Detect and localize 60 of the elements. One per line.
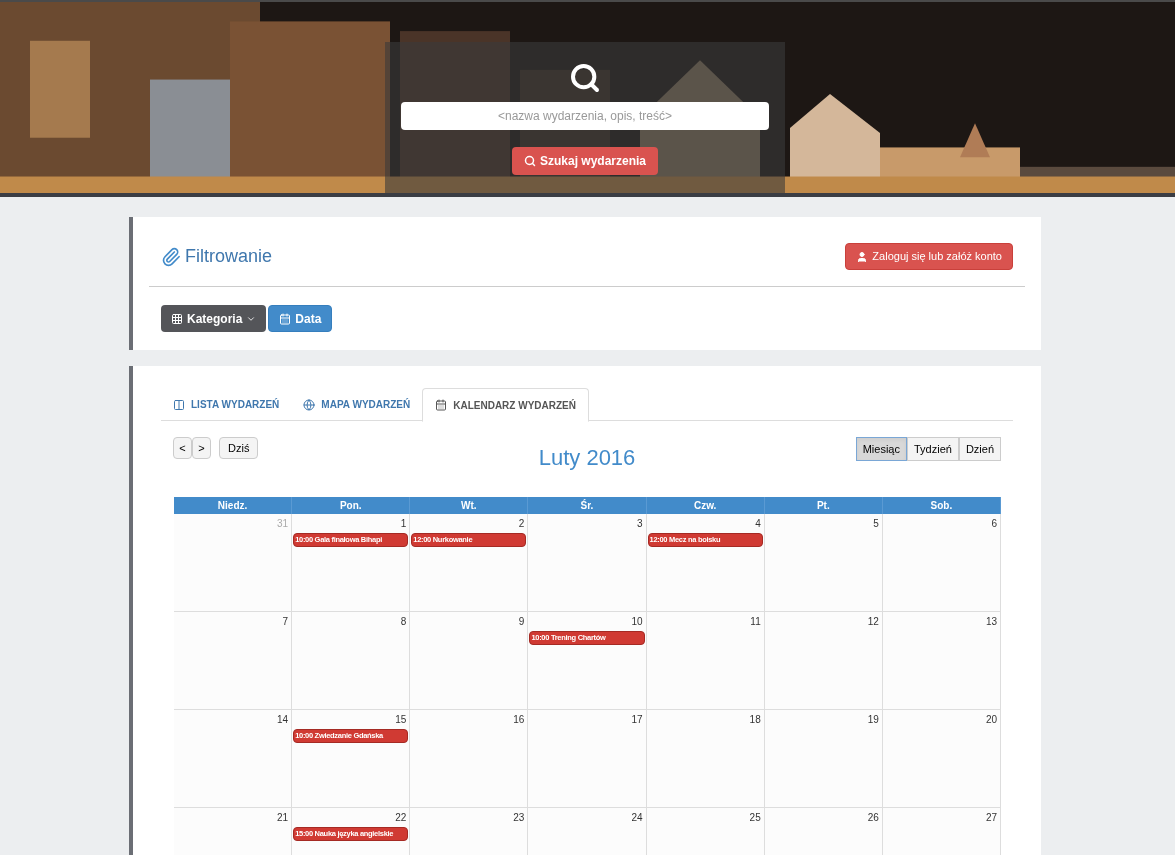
login-button[interactable]: Zaloguj się lub załóż konto xyxy=(845,243,1013,270)
day-number: 26 xyxy=(867,811,880,825)
globe-icon xyxy=(303,398,316,411)
day-number: 23 xyxy=(513,811,526,825)
day-number: 20 xyxy=(985,713,998,727)
next-button[interactable]: > xyxy=(192,437,211,459)
user-icon xyxy=(856,250,869,263)
day-number: 31 xyxy=(277,517,290,531)
day-number: 18 xyxy=(749,713,762,727)
day-number: 27 xyxy=(985,811,998,825)
tab[interactable]: KALENDARZ WYDARZEŃ xyxy=(422,388,589,422)
search-field[interactable]: <nazwa wydarzenia, opis, treść> xyxy=(401,102,769,130)
weekday-header: Sob. xyxy=(882,497,1001,514)
date-button[interactable]: Data xyxy=(268,305,333,332)
day-number: 3 xyxy=(637,517,644,531)
previous-button[interactable]: < xyxy=(173,437,192,459)
weekday-header: Wt. xyxy=(410,497,529,514)
grid-icon xyxy=(171,312,183,325)
day-number: 17 xyxy=(631,713,644,727)
tab[interactable]: LISTA WYDARZEŃ xyxy=(161,388,292,421)
day-number: 25 xyxy=(749,811,762,825)
weekday-header: Czw. xyxy=(646,497,765,514)
day-number: 13 xyxy=(985,615,998,629)
day-number: 22 xyxy=(395,811,408,825)
weekday-header: Śr. xyxy=(528,497,647,514)
filter-title: Filtrowanie xyxy=(185,245,273,268)
weekday-header: Pt. xyxy=(764,497,883,514)
day-number: 6 xyxy=(991,517,998,531)
weekday-header: Niedz. xyxy=(174,497,293,514)
day-number: 4 xyxy=(755,517,762,531)
day-number: 5 xyxy=(873,517,880,531)
day-number: 16 xyxy=(513,713,526,727)
weekday-header: Pon. xyxy=(292,497,411,514)
day-number: 15 xyxy=(395,713,408,727)
day-number: 21 xyxy=(277,811,290,825)
search-button[interactable]: Szukaj wydarzenia xyxy=(511,147,658,175)
view-button[interactable]: Dzień xyxy=(958,437,1001,461)
paperclip-icon xyxy=(161,246,181,267)
day-number: 7 xyxy=(282,615,290,629)
tab[interactable]: MAPA WYDARZEŃ xyxy=(291,388,423,421)
calendar-title: Luty 2016 xyxy=(538,444,636,472)
day-number: 2 xyxy=(518,517,526,531)
day-number: 19 xyxy=(867,713,880,727)
view-button[interactable]: Miesiąc xyxy=(855,437,907,461)
today-button[interactable]: Dziś xyxy=(219,437,259,459)
day-number: 10 xyxy=(631,615,644,629)
search-icon xyxy=(523,155,536,167)
day-number: 11 xyxy=(750,615,762,629)
view-button[interactable]: Tydzień xyxy=(906,437,959,461)
day-number: 24 xyxy=(631,811,644,825)
day-number: 12 xyxy=(867,615,880,629)
day-number: 8 xyxy=(400,615,408,629)
day-number: 14 xyxy=(277,713,290,727)
search-icon xyxy=(569,62,601,94)
day-number: 9 xyxy=(518,615,526,629)
day-number: 1 xyxy=(400,517,408,531)
calendar-icon xyxy=(435,399,448,411)
category-dropdown[interactable]: Kategoria xyxy=(161,305,267,332)
columns-icon xyxy=(173,398,185,411)
calendar-icon xyxy=(279,312,292,325)
